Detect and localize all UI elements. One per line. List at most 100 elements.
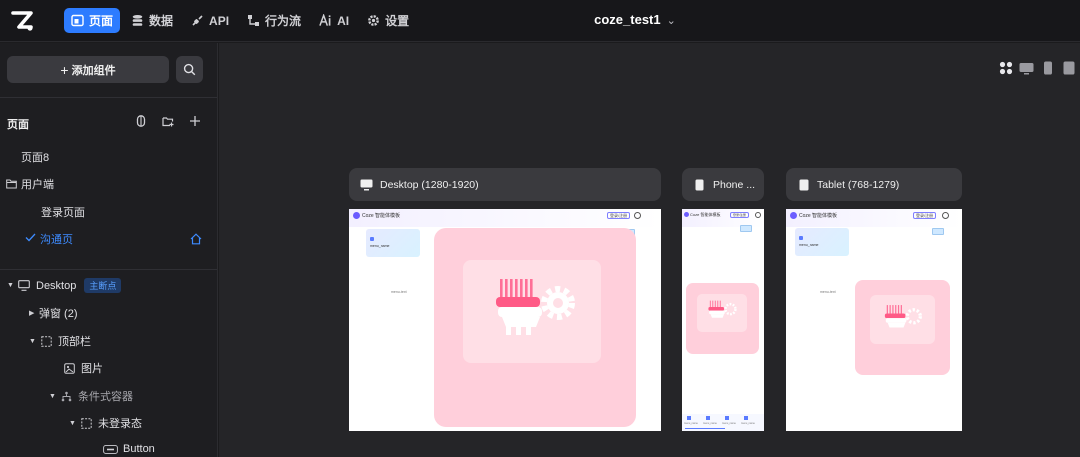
preview-tab-icon	[932, 228, 944, 235]
tablet-preview-frame[interactable]: Coze 智能体模板 登录/注册 menu_name menu-text	[786, 209, 962, 431]
tree-node-popup[interactable]: ▶ 弹窗 (2)	[29, 305, 78, 321]
frame-label-text: Desktop (1280-1920)	[380, 178, 479, 191]
divider	[0, 269, 217, 270]
tablet-view-icon[interactable]	[1061, 61, 1076, 75]
left-sidebar: + 添加组件 页面 页面8 用户端 登录页面 沟通页 ▼ Desktop 主断点…	[0, 43, 218, 457]
frame-label-desktop[interactable]: Desktop (1280-1920)	[349, 168, 661, 201]
preview-user-icon	[942, 212, 949, 219]
tree-node-label: 弹窗 (2)	[39, 308, 78, 320]
preview-site-title: Coze 智能体模板	[799, 213, 838, 219]
nav-tab-label: 行为流	[265, 14, 302, 28]
frame-label-text: Phone ...	[713, 178, 756, 191]
page-item-active[interactable]: 沟通页	[25, 231, 73, 247]
grid-view-icon[interactable]	[998, 61, 1013, 75]
coze-logo-icon[interactable]	[10, 8, 36, 34]
preview-menu-dot	[370, 237, 374, 241]
tree-node-label: 条件式容器	[78, 391, 133, 403]
add-widget-label: 添加组件	[71, 64, 116, 77]
button-icon	[103, 443, 118, 455]
home-icon[interactable]	[190, 232, 202, 245]
container-icon	[39, 335, 53, 347]
main-nav: 页面 数据 API 行为流 AI 设置	[64, 8, 420, 33]
nav-tab-label: 数据	[149, 14, 174, 28]
nav-tab-ai[interactable]: AI	[312, 8, 356, 33]
add-widget-button[interactable]: + 添加组件	[7, 56, 169, 83]
page-item[interactable]: 登录页面	[41, 204, 85, 220]
phone-view-icon[interactable]	[1040, 61, 1055, 75]
preview-tab-dot	[725, 416, 729, 420]
chevron-down-icon: ⌄	[666, 15, 676, 27]
phone-preview-frame[interactable]: Coze 智能体模板 登录/注册 menu_name menu_name men…	[682, 209, 764, 431]
preview-menu-label: menu_name	[370, 244, 390, 248]
search-icon	[183, 63, 196, 76]
page-folder-item[interactable]: 用户端	[6, 176, 54, 192]
search-button[interactable]	[176, 56, 203, 83]
flow-icon	[247, 14, 260, 27]
nav-tab-api[interactable]: API	[184, 8, 236, 33]
caret-right-icon: ▶	[29, 310, 35, 317]
tree-node-logged-out[interactable]: ▼ 未登录态	[69, 415, 142, 431]
plus-icon: +	[60, 61, 69, 78]
tree-node-label: 顶部栏	[58, 336, 91, 348]
desktop-preview-frame[interactable]: Coze 智能体模板 登录/注册 menu_name menu-text	[349, 209, 661, 431]
top-bar: 页面 数据 API 行为流 AI 设置 coze_test1 ⌄	[0, 0, 1080, 42]
preview-bottom-tabbar: menu_name menu_name menu_name menu_name	[682, 414, 764, 431]
preview-text: menu-text	[391, 290, 407, 294]
nav-tab-label: 页面	[89, 14, 114, 28]
preview-site-title: Coze 智能体模板	[362, 213, 401, 219]
preview-logo-icon	[353, 212, 360, 219]
page-item-label: 沟通页	[40, 234, 73, 246]
preview-login-button: 登录/注册	[730, 212, 749, 218]
page-settings-icon[interactable]	[134, 114, 148, 128]
preview-logo-icon	[790, 212, 797, 219]
preview-tab-indicator	[685, 428, 725, 429]
brush-gear-illustration	[708, 300, 737, 318]
nav-tab-label: AI	[337, 13, 350, 28]
add-page-icon[interactable]	[188, 114, 202, 128]
container-icon	[79, 417, 93, 429]
tree-node-image[interactable]: 图片	[62, 360, 103, 376]
api-icon	[191, 14, 204, 27]
preview-tab-label: menu_name	[722, 422, 736, 425]
preview-login-button: 登录/注册	[913, 212, 937, 219]
page-icon	[71, 14, 84, 27]
frame-label-phone[interactable]: Phone ...	[682, 168, 764, 201]
preview-text: menu-text	[820, 290, 836, 294]
preview-tab-dot	[744, 416, 748, 420]
tree-node-button[interactable]: Button	[103, 443, 155, 455]
nav-tab-label: 设置	[385, 14, 410, 28]
frame-label-tablet[interactable]: Tablet (768-1279)	[786, 168, 962, 201]
nav-tab-flow[interactable]: 行为流	[240, 8, 308, 33]
caret-down-icon: ▼	[49, 392, 56, 400]
tree-node-desktop[interactable]: ▼ Desktop 主断点	[7, 278, 122, 293]
tablet-icon	[797, 179, 810, 191]
add-folder-icon[interactable]	[161, 114, 175, 128]
caret-down-icon: ▼	[29, 337, 36, 345]
main-breakpoint-badge: 主断点	[84, 278, 122, 293]
phone-icon	[693, 179, 706, 191]
tree-node-topbar[interactable]: ▼ 顶部栏	[29, 333, 91, 349]
page-item-label: 用户端	[21, 179, 54, 191]
preview-menu-card: menu_name	[795, 228, 849, 256]
tree-node-conditional-container[interactable]: ▼ 条件式容器	[49, 388, 133, 404]
desktop-view-icon[interactable]	[1019, 61, 1034, 75]
preview-tab-dot	[706, 416, 710, 420]
preview-header: Coze 智能体模板 登录/注册	[349, 209, 661, 227]
project-selector[interactable]: coze_test1 ⌄	[560, 12, 710, 27]
tree-node-label: 未登录态	[98, 418, 142, 430]
nav-tab-pages[interactable]: 页面	[64, 8, 121, 33]
project-name: coze_test1	[594, 12, 661, 27]
preview-login-button: 登录/注册	[607, 212, 631, 219]
preview-menu-dot	[799, 236, 803, 240]
nav-tab-data[interactable]: 数据	[124, 8, 180, 33]
preview-tab-label: menu_name	[741, 422, 755, 425]
brush-gear-illustration	[884, 305, 922, 328]
page-item-label: 页面8	[21, 152, 50, 164]
nav-tab-settings[interactable]: 设置	[360, 8, 416, 33]
branch-icon	[59, 390, 73, 402]
preview-user-icon	[755, 212, 761, 218]
view-switcher	[998, 61, 1076, 75]
page-item-label: 登录页面	[41, 207, 85, 219]
page-item[interactable]: 页面8	[21, 149, 49, 165]
preview-menu-card: menu_name	[366, 229, 420, 257]
